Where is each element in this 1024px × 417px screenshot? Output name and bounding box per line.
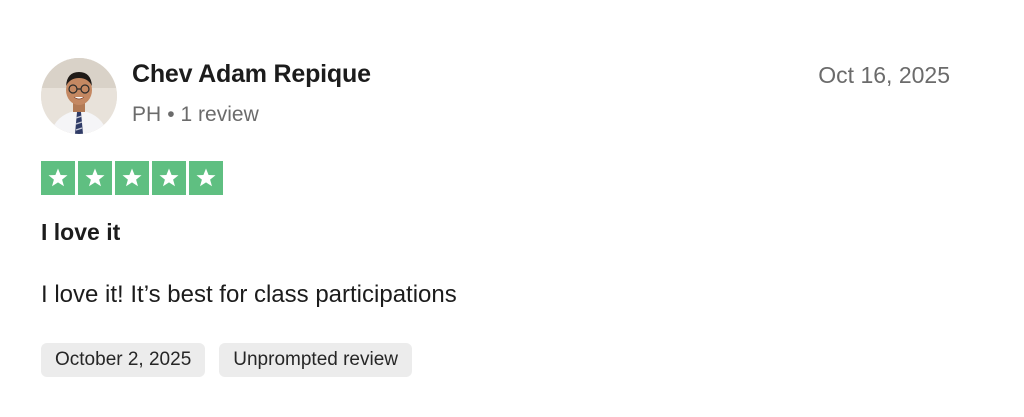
star-icon bbox=[41, 161, 75, 195]
star-icon bbox=[115, 161, 149, 195]
reviewer-meta: PH • 1 review bbox=[132, 103, 259, 127]
experience-date-badge: October 2, 2025 bbox=[41, 343, 206, 377]
review-type-badge[interactable]: Unprompted review bbox=[219, 343, 413, 377]
avatar-photo bbox=[41, 58, 117, 134]
reviewer-name[interactable]: Chev Adam Repique bbox=[132, 60, 371, 89]
review-body: I love it! It’s best for class participa… bbox=[41, 281, 457, 308]
star-icon bbox=[189, 161, 223, 195]
star-icon bbox=[152, 161, 186, 195]
review-date: Oct 16, 2025 bbox=[818, 62, 950, 88]
review-card: Chev Adam Repique PH • 1 review Oct 16, 20… bbox=[0, 0, 1024, 417]
meta-separator: • bbox=[167, 103, 175, 126]
avatar[interactable] bbox=[41, 58, 117, 134]
star-icon bbox=[78, 161, 112, 195]
reviewer-review-count: 1 review bbox=[180, 103, 259, 126]
star-rating bbox=[41, 161, 223, 195]
review-title: I love it bbox=[41, 219, 121, 245]
reviewer-country: PH bbox=[132, 103, 162, 126]
review-tags: October 2, 2025 Unprompted review bbox=[41, 343, 413, 377]
